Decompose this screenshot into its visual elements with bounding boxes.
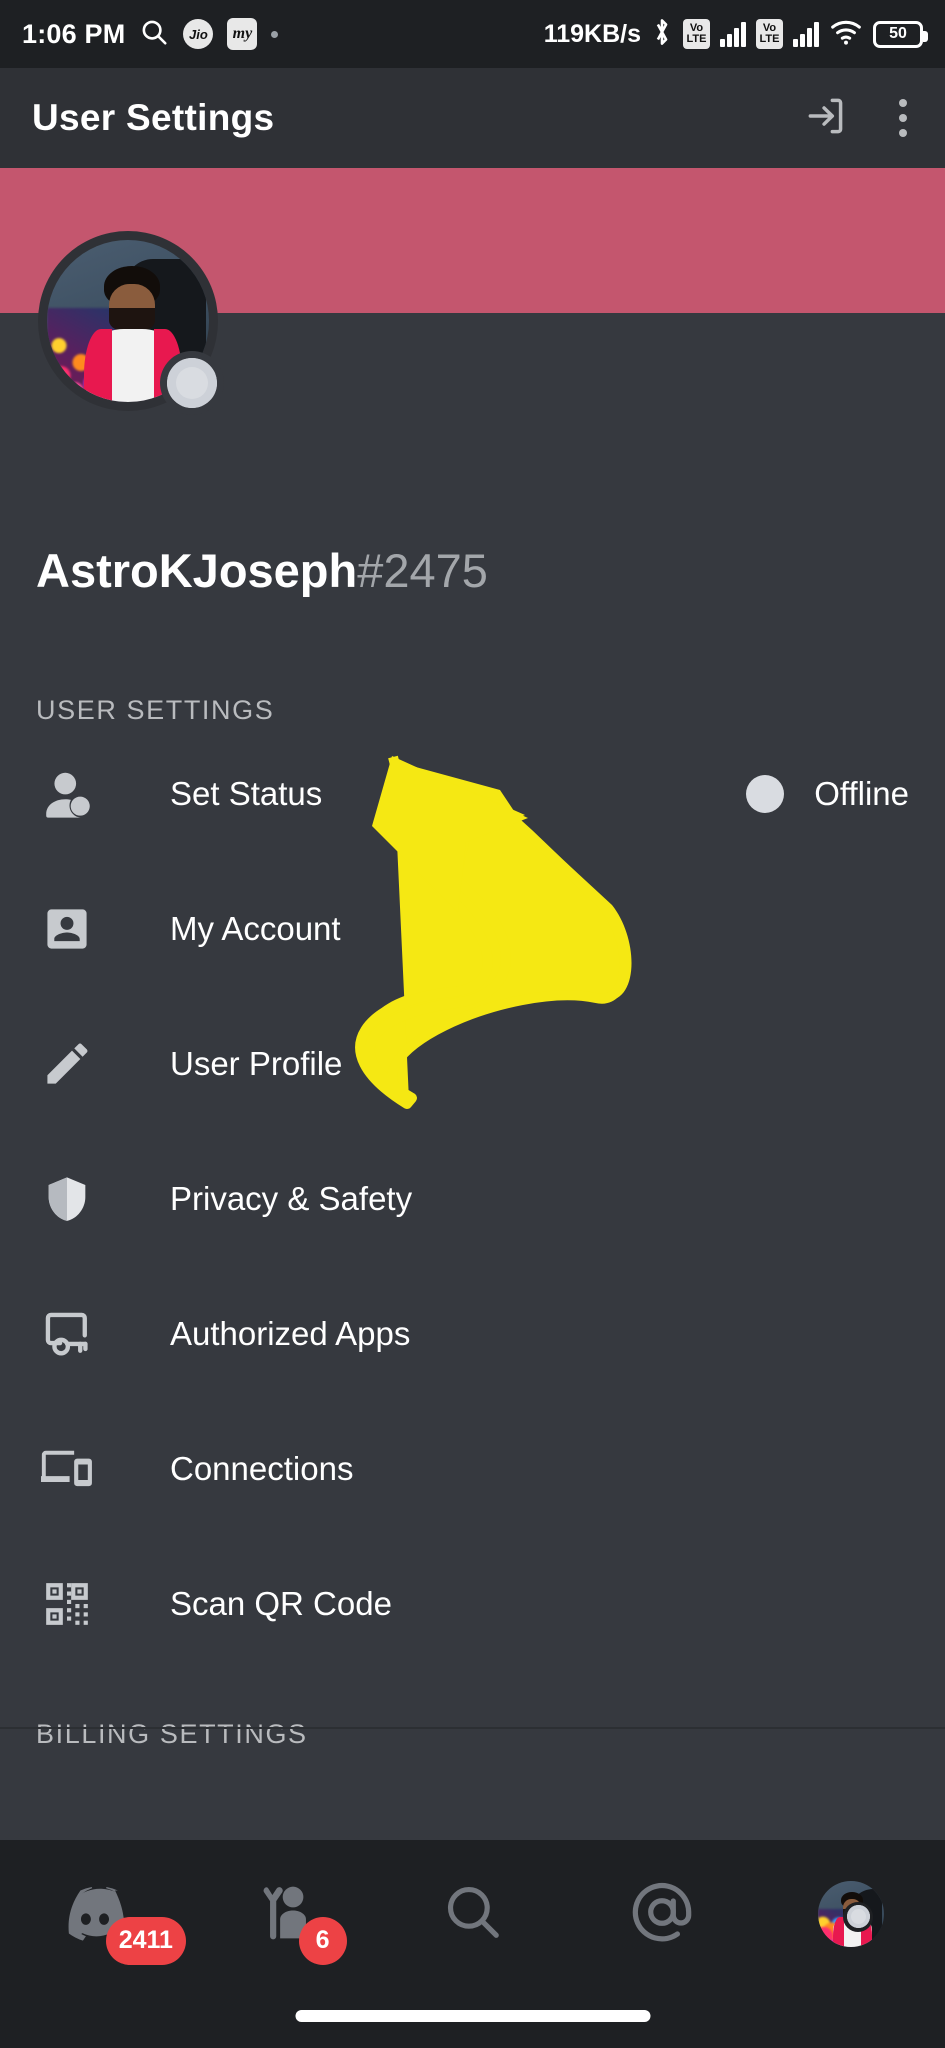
status-value-label: Offline	[814, 774, 909, 812]
sidebar-item-my-account[interactable]: My Account	[0, 861, 945, 996]
sim1-signal-icon	[720, 21, 746, 47]
avatar[interactable]	[38, 231, 224, 415]
network-speed-label: 119KB/s	[543, 19, 641, 48]
set-status-trailing: Offline	[746, 774, 909, 813]
settings-list: USER SETTINGS Set Status Offline My Acco…	[0, 645, 945, 1840]
status-bar: 1:06 PM Jio my 119KB/s Vo LTE Vo LTE 50	[0, 0, 945, 68]
battery-icon: 50	[873, 20, 928, 48]
section-divider	[0, 1727, 945, 1729]
app-header: User Settings	[0, 68, 945, 168]
bottom-nav-search[interactable]	[378, 1840, 567, 1988]
logout-icon[interactable]	[803, 94, 847, 143]
authorized-apps-icon	[36, 1303, 98, 1365]
battery-level-label: 50	[889, 25, 907, 42]
bottom-nav-home[interactable]: 2411	[0, 1840, 189, 1988]
sidebar-item-connections[interactable]: Connections	[0, 1401, 945, 1536]
pencil-icon	[36, 1033, 98, 1095]
status-badge[interactable]	[160, 351, 224, 415]
home-unread-badge: 2411	[105, 1916, 186, 1965]
user-settings-screen: 1:06 PM Jio my 119KB/s Vo LTE Vo LTE 50 …	[0, 0, 945, 2048]
overflow-menu-icon[interactable]	[893, 93, 913, 143]
bluetooth-icon	[651, 17, 673, 52]
account-box-icon	[36, 898, 98, 960]
discriminator-label: #2475	[357, 544, 488, 597]
page-title: User Settings	[32, 97, 275, 138]
sim2-volte-icon: Vo LTE	[756, 19, 783, 49]
search-icon	[139, 17, 169, 52]
sidebar-item-label: Connections	[170, 1449, 354, 1487]
set-status-icon	[36, 763, 98, 825]
home-indicator[interactable]	[295, 2010, 650, 2022]
qr-code-icon	[36, 1573, 98, 1635]
status-bar-left: 1:06 PM Jio my	[22, 17, 279, 52]
my-app-icon: my	[227, 18, 258, 50]
sidebar-item-authorized-apps[interactable]: Authorized Apps	[0, 1266, 945, 1401]
sim2-signal-icon	[793, 21, 819, 47]
status-bar-clock: 1:06 PM	[22, 18, 126, 49]
sidebar-item-label: Privacy & Safety	[170, 1179, 413, 1217]
mentions-at-icon	[629, 1879, 695, 1950]
bottom-nav-mentions[interactable]	[567, 1840, 756, 1988]
section-header-billing-settings: BILLING SETTINGS	[36, 1719, 308, 1749]
devices-icon	[36, 1438, 98, 1500]
notification-dot-icon	[271, 30, 279, 38]
bottom-nav-items: 2411 6	[0, 1840, 945, 1988]
sidebar-item-scan-qr-code[interactable]: Scan QR Code	[0, 1536, 945, 1671]
sidebar-item-label: User Profile	[170, 1044, 343, 1082]
sidebar-item-label: Authorized Apps	[170, 1314, 411, 1352]
bottom-nav-friends[interactable]: 6	[189, 1840, 378, 1988]
bottom-navigation-bar: 2411 6	[0, 1840, 945, 2048]
section-header-user-settings: USER SETTINGS	[36, 695, 275, 725]
wifi-icon	[829, 18, 863, 51]
sidebar-item-label: Set Status	[170, 774, 323, 812]
sim1-volte-icon: Vo LTE	[683, 19, 710, 49]
shield-icon	[36, 1168, 98, 1230]
search-icon	[442, 1881, 504, 1948]
bottom-nav-profile[interactable]	[756, 1840, 945, 1988]
sidebar-item-label: My Account	[170, 909, 341, 947]
sidebar-item-privacy-safety[interactable]: Privacy & Safety	[0, 1131, 945, 1266]
profile-status-badge	[843, 1901, 874, 1932]
header-actions	[803, 93, 913, 143]
sidebar-item-label: Scan QR Code	[170, 1584, 392, 1622]
username-row: AstroKJoseph#2475	[36, 547, 488, 594]
friends-unread-badge: 6	[298, 1916, 347, 1965]
status-offline-dot-icon	[746, 774, 785, 813]
status-bar-right: 119KB/s Vo LTE Vo LTE 50	[543, 17, 928, 52]
jio-carrier-icon: Jio	[183, 19, 214, 49]
sidebar-item-user-profile[interactable]: User Profile	[0, 996, 945, 1131]
username-label: AstroKJoseph	[36, 544, 358, 597]
sidebar-item-set-status[interactable]: Set Status Offline	[0, 726, 945, 861]
